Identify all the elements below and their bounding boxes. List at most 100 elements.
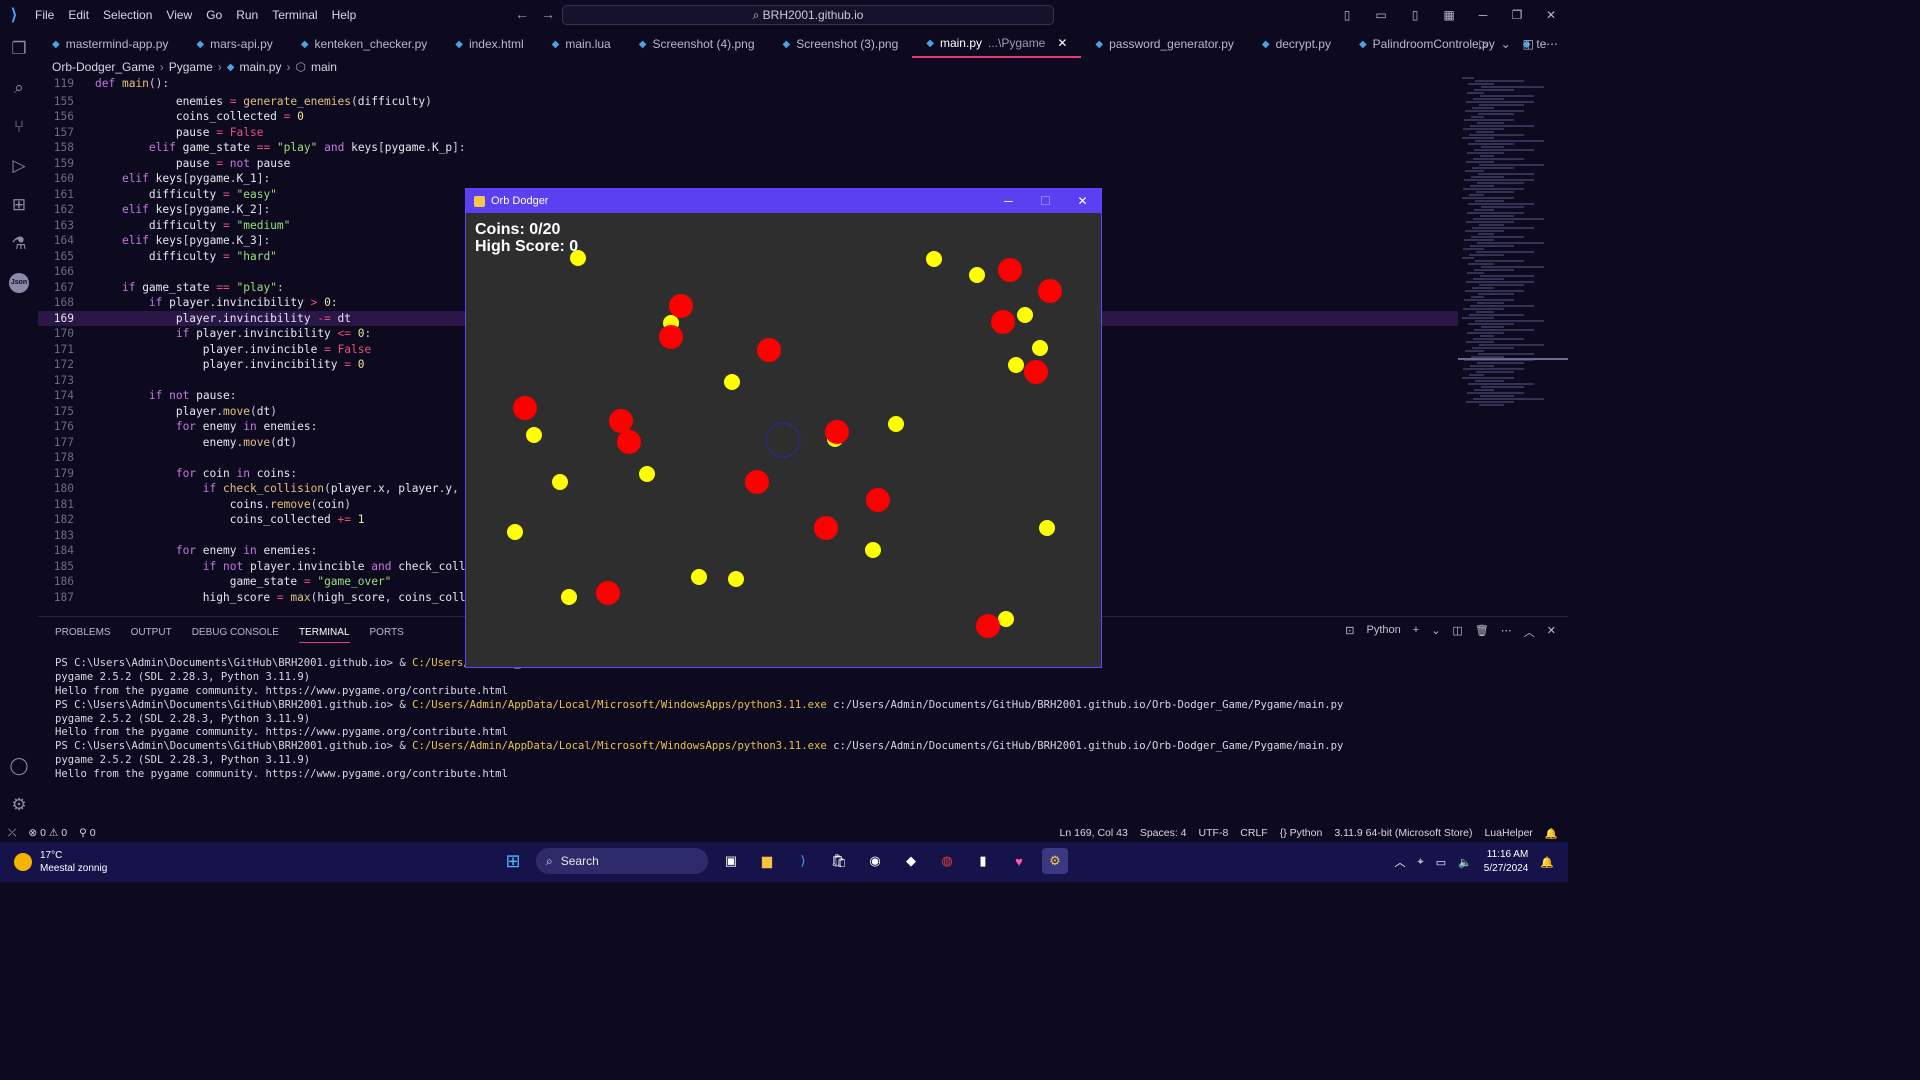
store-icon[interactable]: 🛍 [826,848,852,874]
vscode-taskbar-icon[interactable]: ⟩ [790,848,816,874]
source-control-icon[interactable]: ⑂ [0,108,38,146]
file-explorer-icon[interactable]: ▆ [754,848,780,874]
game-canvas[interactable]: Coins: 0/20 High Score: 0 [466,213,1101,667]
menu-selection[interactable]: Selection [96,0,159,30]
panel-tab-debug-console[interactable]: DEBUG CONSOLE [192,627,279,643]
close-panel-icon[interactable]: ✕ [1547,624,1556,640]
tab-8[interactable]: ◆ password_generator.py [1081,30,1247,58]
code-line[interactable]: 155 enemies = generate_enemies(difficult… [38,94,1458,110]
ports-indicator[interactable]: ⚲ 0 [79,827,95,840]
search-icon[interactable]: ⌕ [0,69,38,107]
forward-arrow-icon[interactable]: → [541,6,555,22]
panel-tab-ports[interactable]: PORTS [370,627,404,643]
more-actions-icon[interactable]: ⋯ [1501,624,1512,640]
notification-bell-icon[interactable]: 🔔 [1540,856,1554,869]
breadcrumb-folder[interactable]: Orb-Dodger_Game [52,60,155,74]
weather-widget[interactable]: 17°C Meestal zonnig [14,849,107,875]
vscode-logo-icon[interactable]: ⟩ [0,0,28,30]
minimap-slider[interactable] [1458,358,1568,360]
code-line[interactable]: 160 elif keys[pygame.K_1]: [38,171,1458,187]
panel-tab-terminal[interactable]: TERMINAL [298,627,350,643]
display-icon[interactable]: ▭ [1436,856,1446,869]
more-actions-icon[interactable]: ⋯ [1546,37,1558,51]
terminal-output[interactable]: PS C:\Users\Admin\Documents\GitHub\BRH20… [55,657,1555,782]
restore-button[interactable]: ❐ [1500,8,1534,22]
terminal-icon[interactable]: ▮ [970,848,996,874]
code-line[interactable]: 158 elif game_state == "play" and keys[p… [38,140,1458,156]
command-center[interactable]: ⌕ BRH2001.github.io [562,5,1054,25]
explorer-icon[interactable]: ❐ [0,30,38,68]
clock[interactable]: 11:16 AM 5/27/2024 [1484,848,1529,876]
chevron-up-icon[interactable]: ︿ [1394,854,1405,870]
cursor-position[interactable]: Ln 169, Col 43 [1060,827,1128,840]
terminal-shell-label[interactable]: Python [1367,624,1401,640]
breadcrumb-symbol[interactable]: main [311,60,337,74]
chevron-down-icon[interactable]: ⌄ [1501,37,1511,51]
heart-app-icon[interactable]: ♥ [1006,848,1032,874]
language-mode[interactable]: {} Python [1280,827,1323,840]
menu-file[interactable]: File [28,0,61,30]
tab-9[interactable]: ◆ decrypt.py [1248,30,1345,58]
extension-status[interactable]: LuaHelper [1484,827,1532,840]
python-app-icon[interactable]: ⚙ [1042,848,1068,874]
network-icon[interactable]: ⌖ [1417,856,1423,869]
run-debug-icon[interactable]: ▷ [0,147,38,185]
minimap[interactable] [1462,76,1562,456]
tab-6[interactable]: ◆ Screenshot (3).png [769,30,913,58]
tab-1[interactable]: ◆ mars-api.py [182,30,286,58]
breadcrumb-file[interactable]: main.py [239,60,281,74]
github-icon[interactable]: ◉ [862,848,888,874]
back-arrow-icon[interactable]: ← [515,6,529,22]
menu-terminal[interactable]: Terminal [265,0,324,30]
code-line[interactable]: 156 coins_collected = 0 [38,109,1458,125]
notifications-icon[interactable]: 🔔 [1545,827,1558,840]
sticky-scroll-line[interactable]: 119 def main(): [38,76,1458,92]
panel-tab-output[interactable]: OUTPUT [131,627,172,643]
run-icon[interactable]: ▷ [1479,37,1488,51]
toggle-panel-icon[interactable]: ▭ [1364,8,1398,22]
windows-start-icon[interactable]: ⊞ [500,848,526,874]
split-terminal-icon[interactable]: ◫ [1452,624,1462,640]
game-window[interactable]: Orb Dodger ─ ☐ ✕ Coins: 0/20 High Score:… [465,188,1102,668]
maximize-panel-icon[interactable]: ︿ [1524,624,1535,640]
close-tab-icon[interactable]: ✕ [1057,36,1067,50]
extensions-icon[interactable]: ⊞ [0,186,38,224]
menu-run[interactable]: Run [229,0,265,30]
chrome-icon[interactable]: ◍ [934,848,960,874]
minimize-button[interactable]: ─ [1466,8,1500,22]
problems-indicator[interactable]: ⊗ 0 ⚠ 0 [28,827,67,840]
menu-help[interactable]: Help [325,0,364,30]
panel-tab-problems[interactable]: PROBLEMS [55,627,111,643]
minimize-button[interactable]: ─ [990,194,1027,208]
remote-icon[interactable]: ⤫ [8,827,16,840]
split-editor-icon[interactable]: ◫ [1523,37,1534,51]
line-ending[interactable]: CRLF [1240,827,1267,840]
menu-view[interactable]: View [159,0,199,30]
toggle-secondary-sidebar-icon[interactable]: ▯ [1398,8,1432,22]
indentation[interactable]: Spaces: 4 [1140,827,1187,840]
app-icon[interactable]: ◆ [898,848,924,874]
tab-4[interactable]: ◆ main.lua [538,30,625,58]
encoding[interactable]: UTF-8 [1199,827,1229,840]
menu-edit[interactable]: Edit [61,0,96,30]
json-icon[interactable]: Json [0,264,38,302]
tab-0[interactable]: ◆ mastermind-app.py [38,30,182,58]
close-button[interactable]: ✕ [1534,8,1568,22]
python-interpreter[interactable]: 3.11.9 64-bit (Microsoft Store) [1334,827,1472,840]
new-terminal-icon[interactable]: + [1413,624,1419,640]
menu-go[interactable]: Go [199,0,229,30]
tab-5[interactable]: ◆ Screenshot (4).png [625,30,769,58]
account-icon[interactable]: ◯ [0,747,38,785]
code-line[interactable]: 159 pause = not pause [38,156,1458,172]
code-line[interactable]: 157 pause = False [38,125,1458,141]
chevron-down-icon[interactable]: ⌄ [1431,624,1440,640]
trash-icon[interactable]: 🗑 [1475,624,1489,640]
gear-icon[interactable]: ⚙ [0,786,38,824]
taskbar-search[interactable]: ⌕ Search [536,848,708,874]
breadcrumb-folder[interactable]: Pygame [169,60,213,74]
game-title-bar[interactable]: Orb Dodger ─ ☐ ✕ [466,189,1101,213]
testing-icon[interactable]: ⚗ [0,225,38,263]
tab-3[interactable]: ◆ index.html [441,30,537,58]
tab-2[interactable]: ◆ kenteken_checker.py [287,30,441,58]
task-view-icon[interactable]: ▣ [718,848,744,874]
